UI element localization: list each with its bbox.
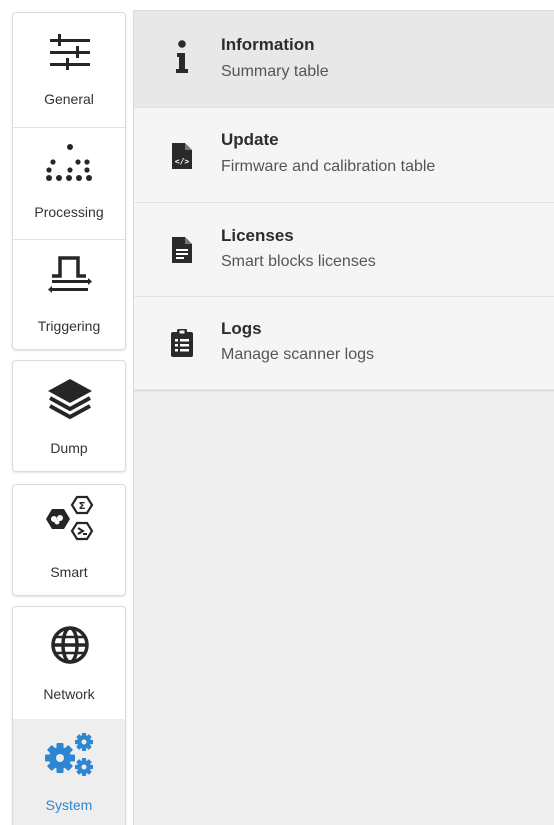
- point-cloud-icon: [46, 144, 92, 181]
- menu-item-subtitle: Smart blocks licenses: [221, 253, 376, 270]
- sidebar: General Processing Triggering Dump Σ Sma…: [0, 0, 133, 825]
- sidebar-item-smart[interactable]: Σ Smart: [13, 485, 125, 595]
- sidebar-group-acquisition: General Processing Triggering: [12, 12, 126, 350]
- info-icon: [176, 40, 188, 73]
- layers-icon: [48, 379, 92, 420]
- system-panel: Information Summary table </> Update Fir…: [133, 10, 554, 825]
- sidebar-item-label: System: [45, 797, 93, 813]
- sidebar-group-settings: Network System: [12, 606, 126, 825]
- sidebar-group-smart: Σ Smart: [12, 484, 126, 596]
- sidebar-item-network[interactable]: Network: [13, 607, 125, 719]
- svg-text:</>: </>: [175, 157, 190, 166]
- sidebar-item-processing[interactable]: Processing: [13, 128, 125, 239]
- menu-item-licenses[interactable]: Licenses Smart blocks licenses: [134, 203, 554, 297]
- menu-item-subtitle: Summary table: [221, 63, 329, 80]
- list-bottom-shadow: [134, 390, 554, 392]
- menu-item-information[interactable]: Information Summary table: [134, 11, 554, 108]
- sidebar-item-dump[interactable]: Dump: [13, 361, 125, 471]
- sidebar-item-label: Triggering: [37, 318, 101, 334]
- menu-item-title: Update: [221, 130, 279, 149]
- trigger-signal-icon: [48, 256, 92, 293]
- menu-item-subtitle: Firmware and calibration table: [221, 158, 436, 175]
- sidebar-item-general[interactable]: General: [13, 13, 125, 127]
- menu-item-title: Licenses: [221, 226, 294, 245]
- menu-item-title: Logs: [221, 319, 262, 338]
- sidebar-item-label: Network: [43, 686, 95, 702]
- document-icon: [172, 237, 192, 263]
- svg-text:Σ: Σ: [79, 501, 86, 512]
- menu-item-logs[interactable]: Logs Manage scanner logs: [134, 297, 554, 390]
- sidebar-group-dump: Dump: [12, 360, 126, 472]
- globe-icon: [51, 626, 89, 664]
- code-file-icon: </>: [172, 143, 192, 169]
- sidebar-item-triggering[interactable]: Triggering: [13, 240, 125, 349]
- sidebar-item-label: Processing: [34, 204, 104, 220]
- sliders-icon: [50, 34, 90, 70]
- sidebar-item-label: Smart: [50, 564, 88, 580]
- clipboard-list-icon: [171, 329, 193, 357]
- menu-item-title: Information: [221, 35, 315, 54]
- menu-item-update[interactable]: </> Update Firmware and calibration tabl…: [134, 108, 554, 203]
- menu-item-subtitle: Manage scanner logs: [221, 346, 374, 363]
- sidebar-item-label: General: [44, 91, 94, 107]
- gears-icon: [45, 733, 93, 776]
- app-window: General Processing Triggering Dump Σ Sma…: [0, 0, 554, 825]
- smart-blocks-icon: Σ: [46, 495, 94, 541]
- sidebar-item-label: Dump: [50, 440, 88, 456]
- sidebar-item-system[interactable]: System: [13, 719, 125, 825]
